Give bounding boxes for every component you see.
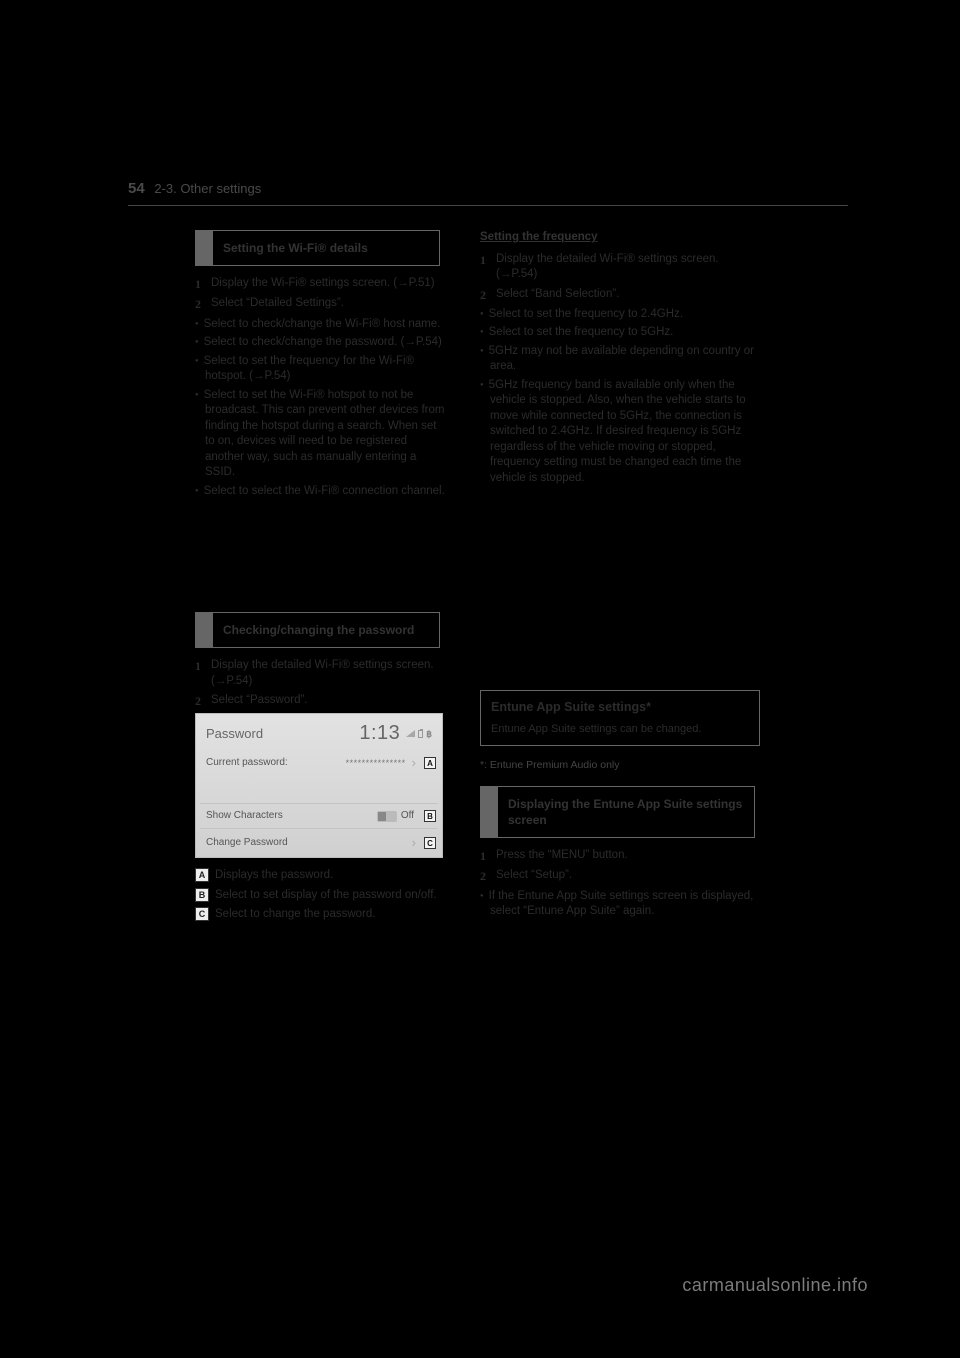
step-text: Display the Wi-Fi® settings screen. (→P.… [211, 276, 445, 292]
page-header: 54 2-3. Other settings [128, 180, 848, 197]
show-characters-value: Off [401, 809, 414, 823]
inset-row-current-password[interactable]: Current password: *************** A › [196, 749, 442, 777]
callout-tag-a: A [195, 868, 209, 882]
section-path: 2-3. Other settings [154, 181, 261, 196]
step-text: Display the detailed Wi-Fi® settings scr… [211, 658, 445, 689]
bluetooth-icon: ฿ [426, 728, 432, 740]
callout-tag-b: B [424, 810, 436, 822]
entune-group-body: Entune App Suite settings can be changed… [491, 722, 749, 737]
current-password-label: Current password: [206, 756, 346, 770]
entune-footnote: *: Entune Premium Audio only [480, 758, 760, 772]
section-title-password: Checking/changing the password [195, 612, 440, 648]
inset-status-icons: ฿ [406, 728, 432, 740]
callout-tag-c: C [424, 837, 436, 849]
step-number: 1 [480, 252, 496, 283]
chevron-right-icon: › [412, 834, 416, 852]
step-number: 2 [195, 296, 211, 312]
step-number: 2 [195, 693, 211, 709]
step-number: 1 [195, 276, 211, 292]
step-text: Select “Password”. [211, 693, 445, 709]
watermark: carmanualsonline.info [682, 1275, 868, 1296]
info-text: 5GHz frequency band is available only wh… [480, 378, 760, 487]
subsection-title-frequency: Setting the frequency [480, 230, 598, 246]
battery-icon [418, 730, 423, 738]
current-password-value: *************** [346, 757, 406, 769]
bullet: Select to select the Wi-Fi® connection c… [195, 484, 445, 500]
callout-tag-b: B [195, 888, 209, 902]
step-number: 1 [195, 658, 211, 689]
show-characters-label: Show Characters [206, 809, 377, 823]
inset-row-show-characters[interactable]: Show Characters Off B [196, 804, 442, 828]
toggle-icon[interactable] [377, 811, 397, 822]
bullet: Select to set the frequency for the Wi-F… [195, 354, 445, 385]
callout-tag-c: C [195, 907, 209, 921]
bullet: If the Entune App Suite settings screen … [480, 889, 760, 920]
header-rule [128, 205, 848, 206]
step-text: Display the detailed Wi-Fi® settings scr… [496, 252, 760, 283]
bullet: Select to set the Wi-Fi® hotspot to not … [195, 388, 445, 481]
step-number: 1 [480, 848, 496, 864]
section-title-wifi-details: Setting the Wi-Fi® details [195, 230, 440, 266]
page-number: 54 [128, 180, 145, 197]
chevron-right-icon: › [412, 754, 416, 772]
callout-text: Displays the password. [215, 868, 445, 884]
entune-group-title: Entune App Suite settings* [491, 699, 749, 716]
step-text: Press the “MENU” button. [496, 848, 760, 864]
info-text: 5GHz may not be available depending on c… [480, 344, 760, 375]
bullet: Select to check/change the Wi-Fi® host n… [195, 317, 445, 333]
inset-row-change-password[interactable]: Change Password › C [196, 829, 442, 857]
inset-title: Password [206, 725, 359, 743]
bullet: Select to set the frequency to 2.4GHz. [480, 307, 760, 323]
step-text: Select “Setup”. [496, 868, 760, 884]
bullet: Select to set the frequency to 5GHz. [480, 325, 760, 341]
step-number: 2 [480, 287, 496, 303]
step-number: 2 [480, 868, 496, 884]
step-text: Select “Band Selection”. [496, 287, 760, 303]
bullet: Select to check/change the password. (→P… [195, 335, 445, 351]
signal-icon [406, 730, 415, 737]
callout-tag-a: A [424, 757, 436, 769]
ui-screenshot-password: Password 1:13 ฿ Current password: ******… [195, 713, 443, 858]
section-title-entune: Displaying the Entune App Suite settings… [480, 786, 755, 838]
callout-text: Select to set display of the password on… [215, 888, 445, 904]
change-password-label: Change Password [206, 836, 406, 850]
step-text: Select “Detailed Settings”. [211, 296, 445, 312]
inset-clock: 1:13 [359, 720, 400, 747]
callout-text: Select to change the password. [215, 907, 445, 923]
